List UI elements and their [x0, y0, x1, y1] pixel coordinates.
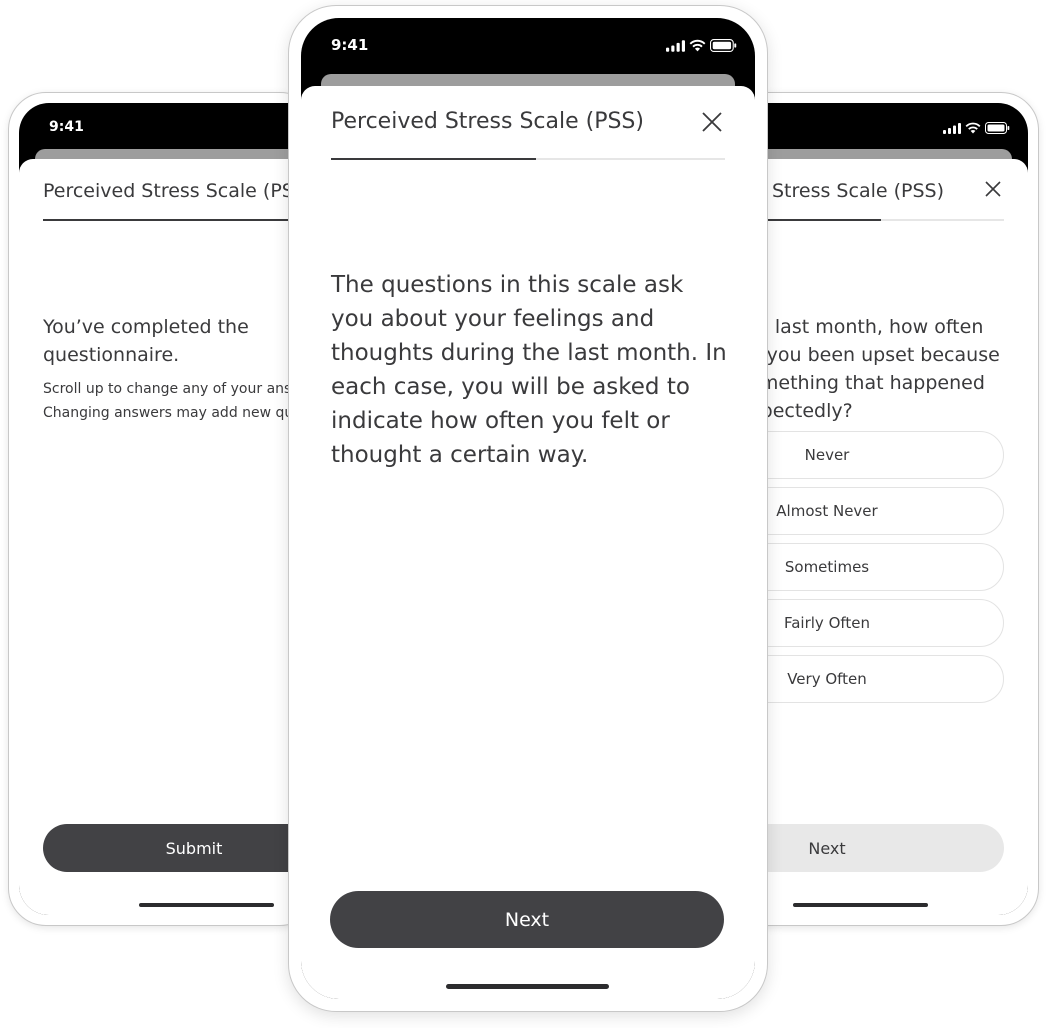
close-icon[interactable] — [701, 111, 723, 133]
status-time: 9:41 — [331, 36, 369, 54]
next-label: Next — [504, 908, 550, 931]
home-indicator — [446, 984, 609, 989]
progress-bar — [331, 158, 725, 160]
answer-option-label: Fairly Often — [783, 614, 871, 632]
phone-left: 9:41 Perceived Stress Scale (PSS) You’ve… — [8, 92, 318, 926]
sheet: Perceived Stress Scale (PSS) In the last… — [729, 159, 1028, 915]
next-button[interactable]: Next — [330, 891, 724, 948]
close-icon[interactable] — [984, 180, 1002, 198]
phone-right: Perceived Stress Scale (PSS) In the last… — [728, 92, 1039, 926]
status-time: 9:41 — [49, 119, 84, 135]
phone-center: 9:41 Perceived Stress Scale (PSS) The qu… — [288, 5, 768, 1012]
left-screen: 9:41 Perceived Stress Scale (PSS) You’ve… — [19, 103, 318, 915]
progress-fill — [331, 158, 536, 160]
progress-bar — [731, 219, 1004, 221]
signal-icon — [666, 39, 685, 52]
completion-note-1: Scroll up to change any of your answers. — [43, 381, 318, 397]
status-icons — [943, 122, 1010, 134]
right-screen: Perceived Stress Scale (PSS) In the last… — [729, 103, 1028, 915]
answer-option-label: Almost Never — [776, 502, 878, 520]
next-label: Next — [808, 838, 846, 858]
sheet: Perceived Stress Scale (PSS) The questio… — [301, 86, 755, 999]
completion-note-2: Changing answers may add new questions. — [43, 405, 318, 421]
next-button-disabled[interactable]: Next — [729, 824, 1004, 872]
home-indicator — [139, 903, 274, 907]
answer-option[interactable]: Very Often — [729, 655, 1004, 703]
signal-icon — [943, 122, 961, 134]
progress-fill — [43, 219, 317, 221]
answer-option[interactable]: Fairly Often — [729, 599, 1004, 647]
center-screen: 9:41 Perceived Stress Scale (PSS) The qu… — [301, 18, 755, 999]
answer-option[interactable]: Never — [729, 431, 1004, 479]
submit-label: Submit — [165, 838, 223, 858]
intro-text: The questions in this scale ask you abou… — [331, 272, 727, 468]
completion-heading: You’ve completed the questionnaire. — [43, 316, 249, 366]
progress-bar — [43, 219, 317, 221]
submit-button[interactable]: Submit — [43, 824, 317, 872]
answer-option[interactable]: Sometimes — [729, 543, 1004, 591]
answer-option[interactable]: Almost Never — [729, 487, 1004, 535]
page-title: Perceived Stress Scale (PSS) — [331, 109, 644, 134]
status-icons — [666, 39, 737, 52]
wifi-icon — [689, 39, 706, 52]
answer-option-label: Never — [804, 446, 850, 464]
wifi-icon — [965, 122, 981, 134]
sheet: Perceived Stress Scale (PSS) You’ve comp… — [19, 159, 318, 915]
battery-icon — [710, 39, 737, 52]
answer-option-label: Sometimes — [784, 558, 870, 576]
home-indicator — [793, 903, 928, 907]
page-title: Perceived Stress Scale (PSS) — [43, 180, 314, 202]
battery-icon — [985, 122, 1010, 134]
answer-option-label: Very Often — [787, 670, 867, 688]
question-text: In the last month, how often have you be… — [729, 316, 1000, 422]
